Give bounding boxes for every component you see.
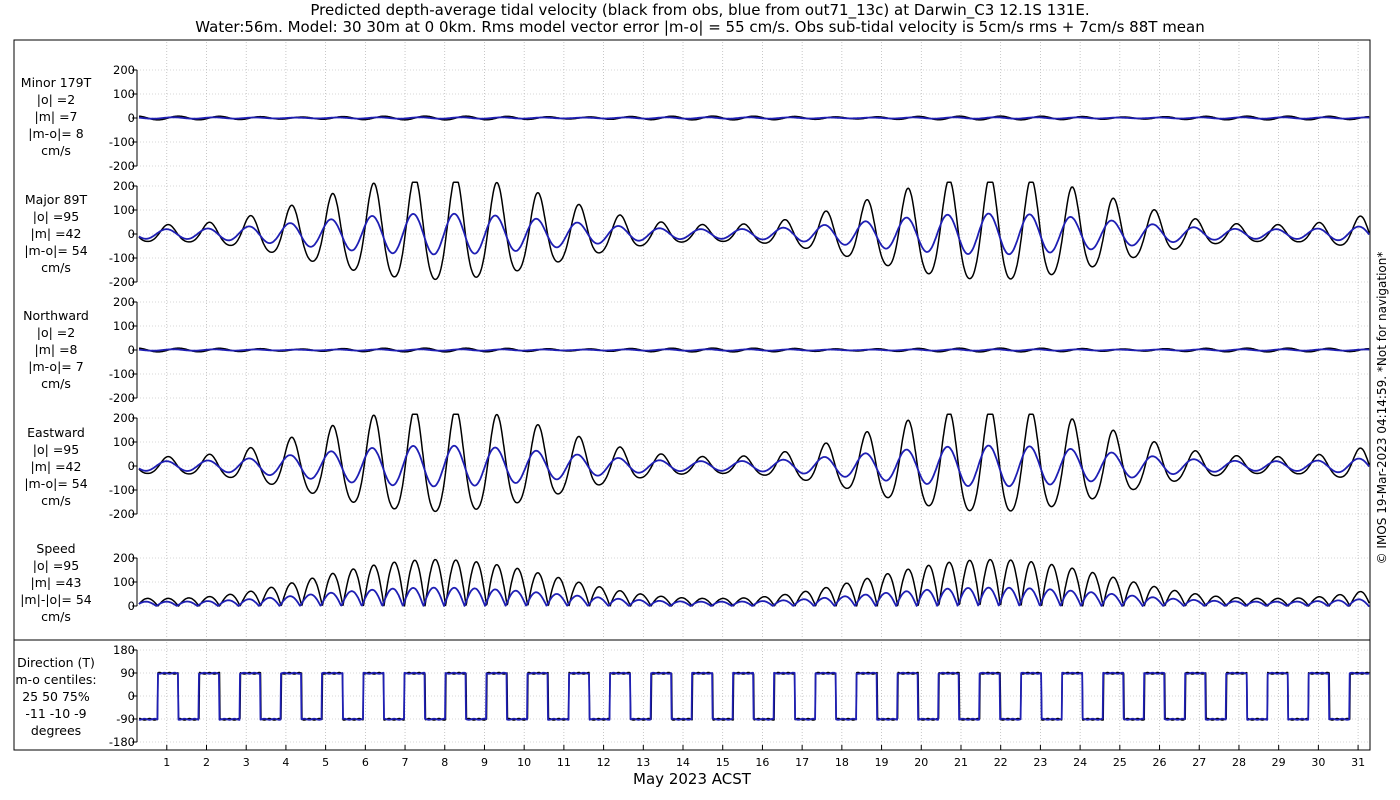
y-tick-label: 0 (128, 689, 135, 703)
x-tick-label: 7 (402, 756, 409, 769)
x-tick-label: 8 (441, 756, 448, 769)
x-tick-label: 14 (676, 756, 690, 769)
x-tick-label: 15 (716, 756, 730, 769)
y-tick-label: 0 (128, 343, 135, 357)
y-tick-label: 200 (113, 295, 135, 309)
x-tick-label: 3 (243, 756, 250, 769)
x-tick-label: 4 (282, 756, 289, 769)
y-tick-label: -200 (109, 507, 135, 521)
x-tick-label: 19 (875, 756, 889, 769)
x-tick-label: 12 (597, 756, 611, 769)
y-tick-label: -180 (109, 735, 135, 749)
upper-frame (13, 39, 1371, 641)
y-tick-label: -100 (109, 135, 135, 149)
x-tick-label: 6 (362, 756, 369, 769)
y-tick-label: -200 (109, 159, 135, 173)
series-line-east-observed (138, 413, 1370, 513)
x-tick-label: 10 (517, 756, 531, 769)
y-tick-label: -90 (116, 712, 135, 726)
series-line-minor-model (138, 116, 1370, 120)
series-line-major-observed (138, 181, 1370, 281)
y-tick-label: 100 (113, 435, 135, 449)
y-tick-label: 200 (113, 551, 135, 565)
x-tick-label: 28 (1232, 756, 1246, 769)
y-tick-label: 200 (113, 63, 135, 77)
x-tick-label: 17 (795, 756, 809, 769)
x-tick-label: 26 (1153, 756, 1167, 769)
x-tick-label: 25 (1113, 756, 1127, 769)
y-tick-label: -100 (109, 483, 135, 497)
y-tick-label: 90 (120, 666, 135, 680)
tidal-velocity-chart: 1 2 3 4 5 6 7 8 9 10 11 12 13 14 15 16 17 18 19 20 21 22 23 24 2… (13, 39, 1371, 788)
x-tick-label: 5 (322, 756, 329, 769)
y-tick-label: 180 (113, 643, 135, 657)
x-tick-label: 21 (954, 756, 968, 769)
y-tick-label: 100 (113, 203, 135, 217)
x-tick-label: 2 (203, 756, 210, 769)
y-tick-label: 0 (128, 227, 135, 241)
x-tick-label: 9 (481, 756, 488, 769)
x-tick-label: 27 (1192, 756, 1206, 769)
x-tick-label: 1 (163, 756, 170, 769)
x-tick-label: 29 (1272, 756, 1286, 769)
y-tick-label: 100 (113, 575, 135, 589)
y-tick-label: -200 (109, 391, 135, 405)
series-line-north-model (138, 348, 1370, 352)
y-tick-label: -100 (109, 367, 135, 381)
x-tick-label: 20 (914, 756, 928, 769)
x-tick-label: 22 (994, 756, 1008, 769)
y-tick-label: 0 (128, 599, 135, 613)
x-axis-label: May 2023 ACST (633, 770, 752, 788)
x-tick-label: 11 (557, 756, 571, 769)
y-tick-label: 200 (113, 411, 135, 425)
y-tick-label: -100 (109, 251, 135, 265)
x-tick-label: 31 (1351, 756, 1365, 769)
y-tick-label: -200 (109, 275, 135, 289)
x-tick-label: 13 (636, 756, 650, 769)
y-tick-label: 100 (113, 319, 135, 333)
y-tick-label: 0 (128, 111, 135, 125)
x-tick-label: 18 (835, 756, 849, 769)
y-tick-label: 100 (113, 87, 135, 101)
y-tick-label: 0 (128, 459, 135, 473)
x-tick-label: 24 (1073, 756, 1087, 769)
x-tick-label: 23 (1033, 756, 1047, 769)
watermark-text: © IMOS 19-Mar-2023 04:14:59. *Not for na… (1375, 251, 1389, 565)
x-tick-label: 16 (755, 756, 769, 769)
x-tick-label: 30 (1311, 756, 1325, 769)
y-tick-label: 200 (113, 179, 135, 193)
